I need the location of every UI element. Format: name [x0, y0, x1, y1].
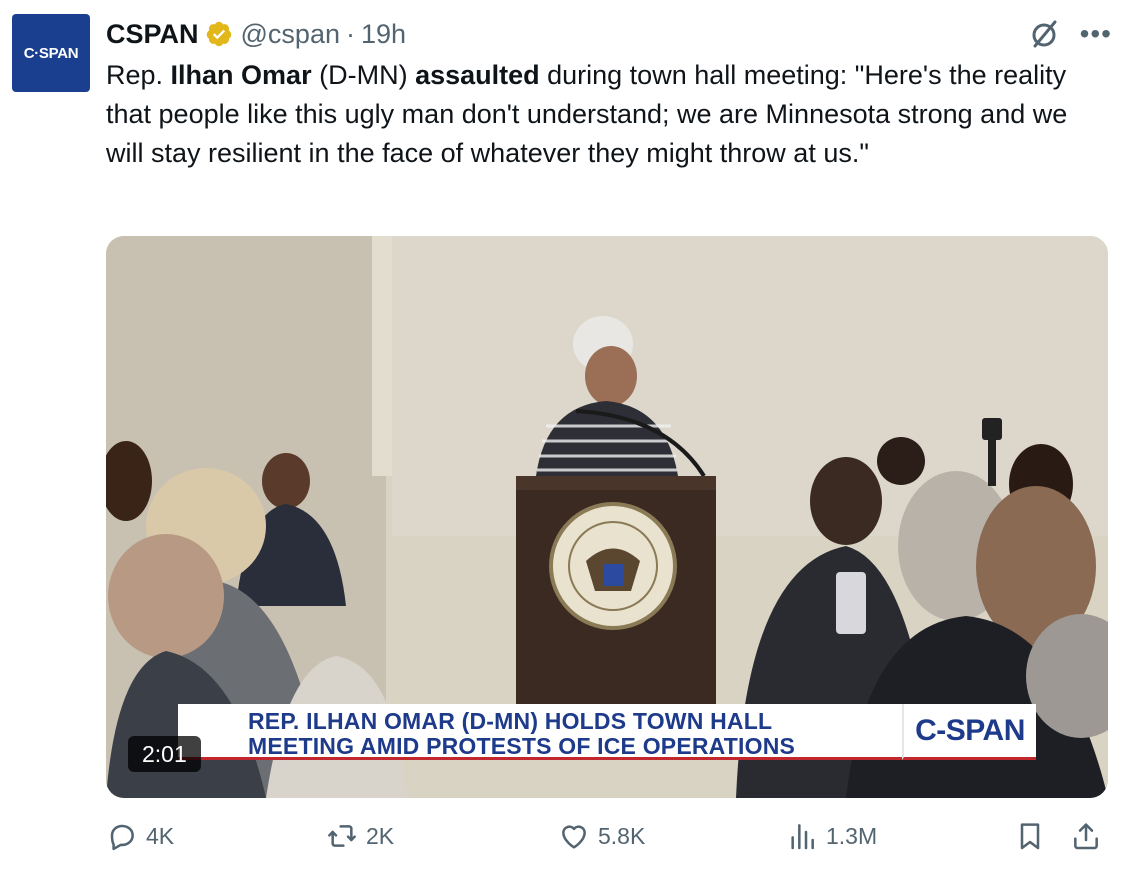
bookmark-button[interactable]	[1014, 820, 1046, 852]
cspan-logo: C-SPAN	[902, 704, 1036, 760]
avatar[interactable]: C·SPAN	[12, 14, 90, 92]
chyron-banner: REP. ILHAN OMAR (D-MN) HOLDS TOWN HALL M…	[178, 704, 902, 760]
repost-icon	[328, 825, 356, 847]
author-display-name[interactable]: CSPAN	[106, 19, 199, 50]
share-button[interactable]	[1070, 820, 1102, 852]
chyron-line-1: REP. ILHAN OMAR (D-MN) HOLDS TOWN HALL	[248, 708, 773, 734]
tweet-text: Rep. Ilhan Omar (D-MN) assaulted during …	[106, 56, 1106, 173]
tweet-text-bold-word: assaulted	[415, 60, 540, 90]
heart-icon	[562, 825, 586, 849]
reply-icon	[110, 824, 134, 851]
reply-button[interactable]: 4K	[106, 820, 174, 852]
video-player[interactable]: REP. ILHAN OMAR (D-MN) HOLDS TOWN HALL M…	[106, 236, 1108, 798]
share-icon	[1074, 823, 1098, 850]
header-actions: •••	[1026, 16, 1112, 52]
grok-icon[interactable]	[1026, 16, 1062, 52]
tweet-text-segment: Rep.	[106, 60, 171, 90]
more-options-icon[interactable]: •••	[1080, 20, 1112, 48]
tweet-header: CSPAN @cspan · 19h •••	[106, 14, 1112, 54]
tweet-text-bold-name: Ilhan Omar	[170, 60, 312, 90]
chyron-line-2: MEETING AMID PROTESTS OF ICE OPERATIONS	[248, 733, 796, 759]
repost-button[interactable]: 2K	[326, 820, 394, 852]
reply-count: 4K	[146, 822, 175, 849]
author-handle[interactable]: @cspan	[241, 19, 340, 50]
views-button[interactable]: 1.3M	[786, 820, 877, 852]
bookmark-icon	[1020, 823, 1040, 850]
video-duration-badge: 2:01	[128, 736, 201, 772]
verified-badge-icon	[206, 21, 231, 47]
views-chart-icon	[791, 824, 814, 850]
views-count: 1.3M	[826, 822, 878, 849]
separator-dot: ·	[345, 18, 355, 49]
tweet-text-segment: (D-MN)	[311, 60, 416, 90]
repost-count: 2K	[366, 822, 395, 849]
avatar-label: C·SPAN	[23, 44, 79, 62]
like-count: 5.8K	[598, 822, 646, 849]
timestamp[interactable]: 19h	[361, 19, 406, 50]
like-button[interactable]: 5.8K	[558, 820, 645, 852]
action-bar: 4K 2K 5.8K 1.3M	[106, 820, 1110, 864]
